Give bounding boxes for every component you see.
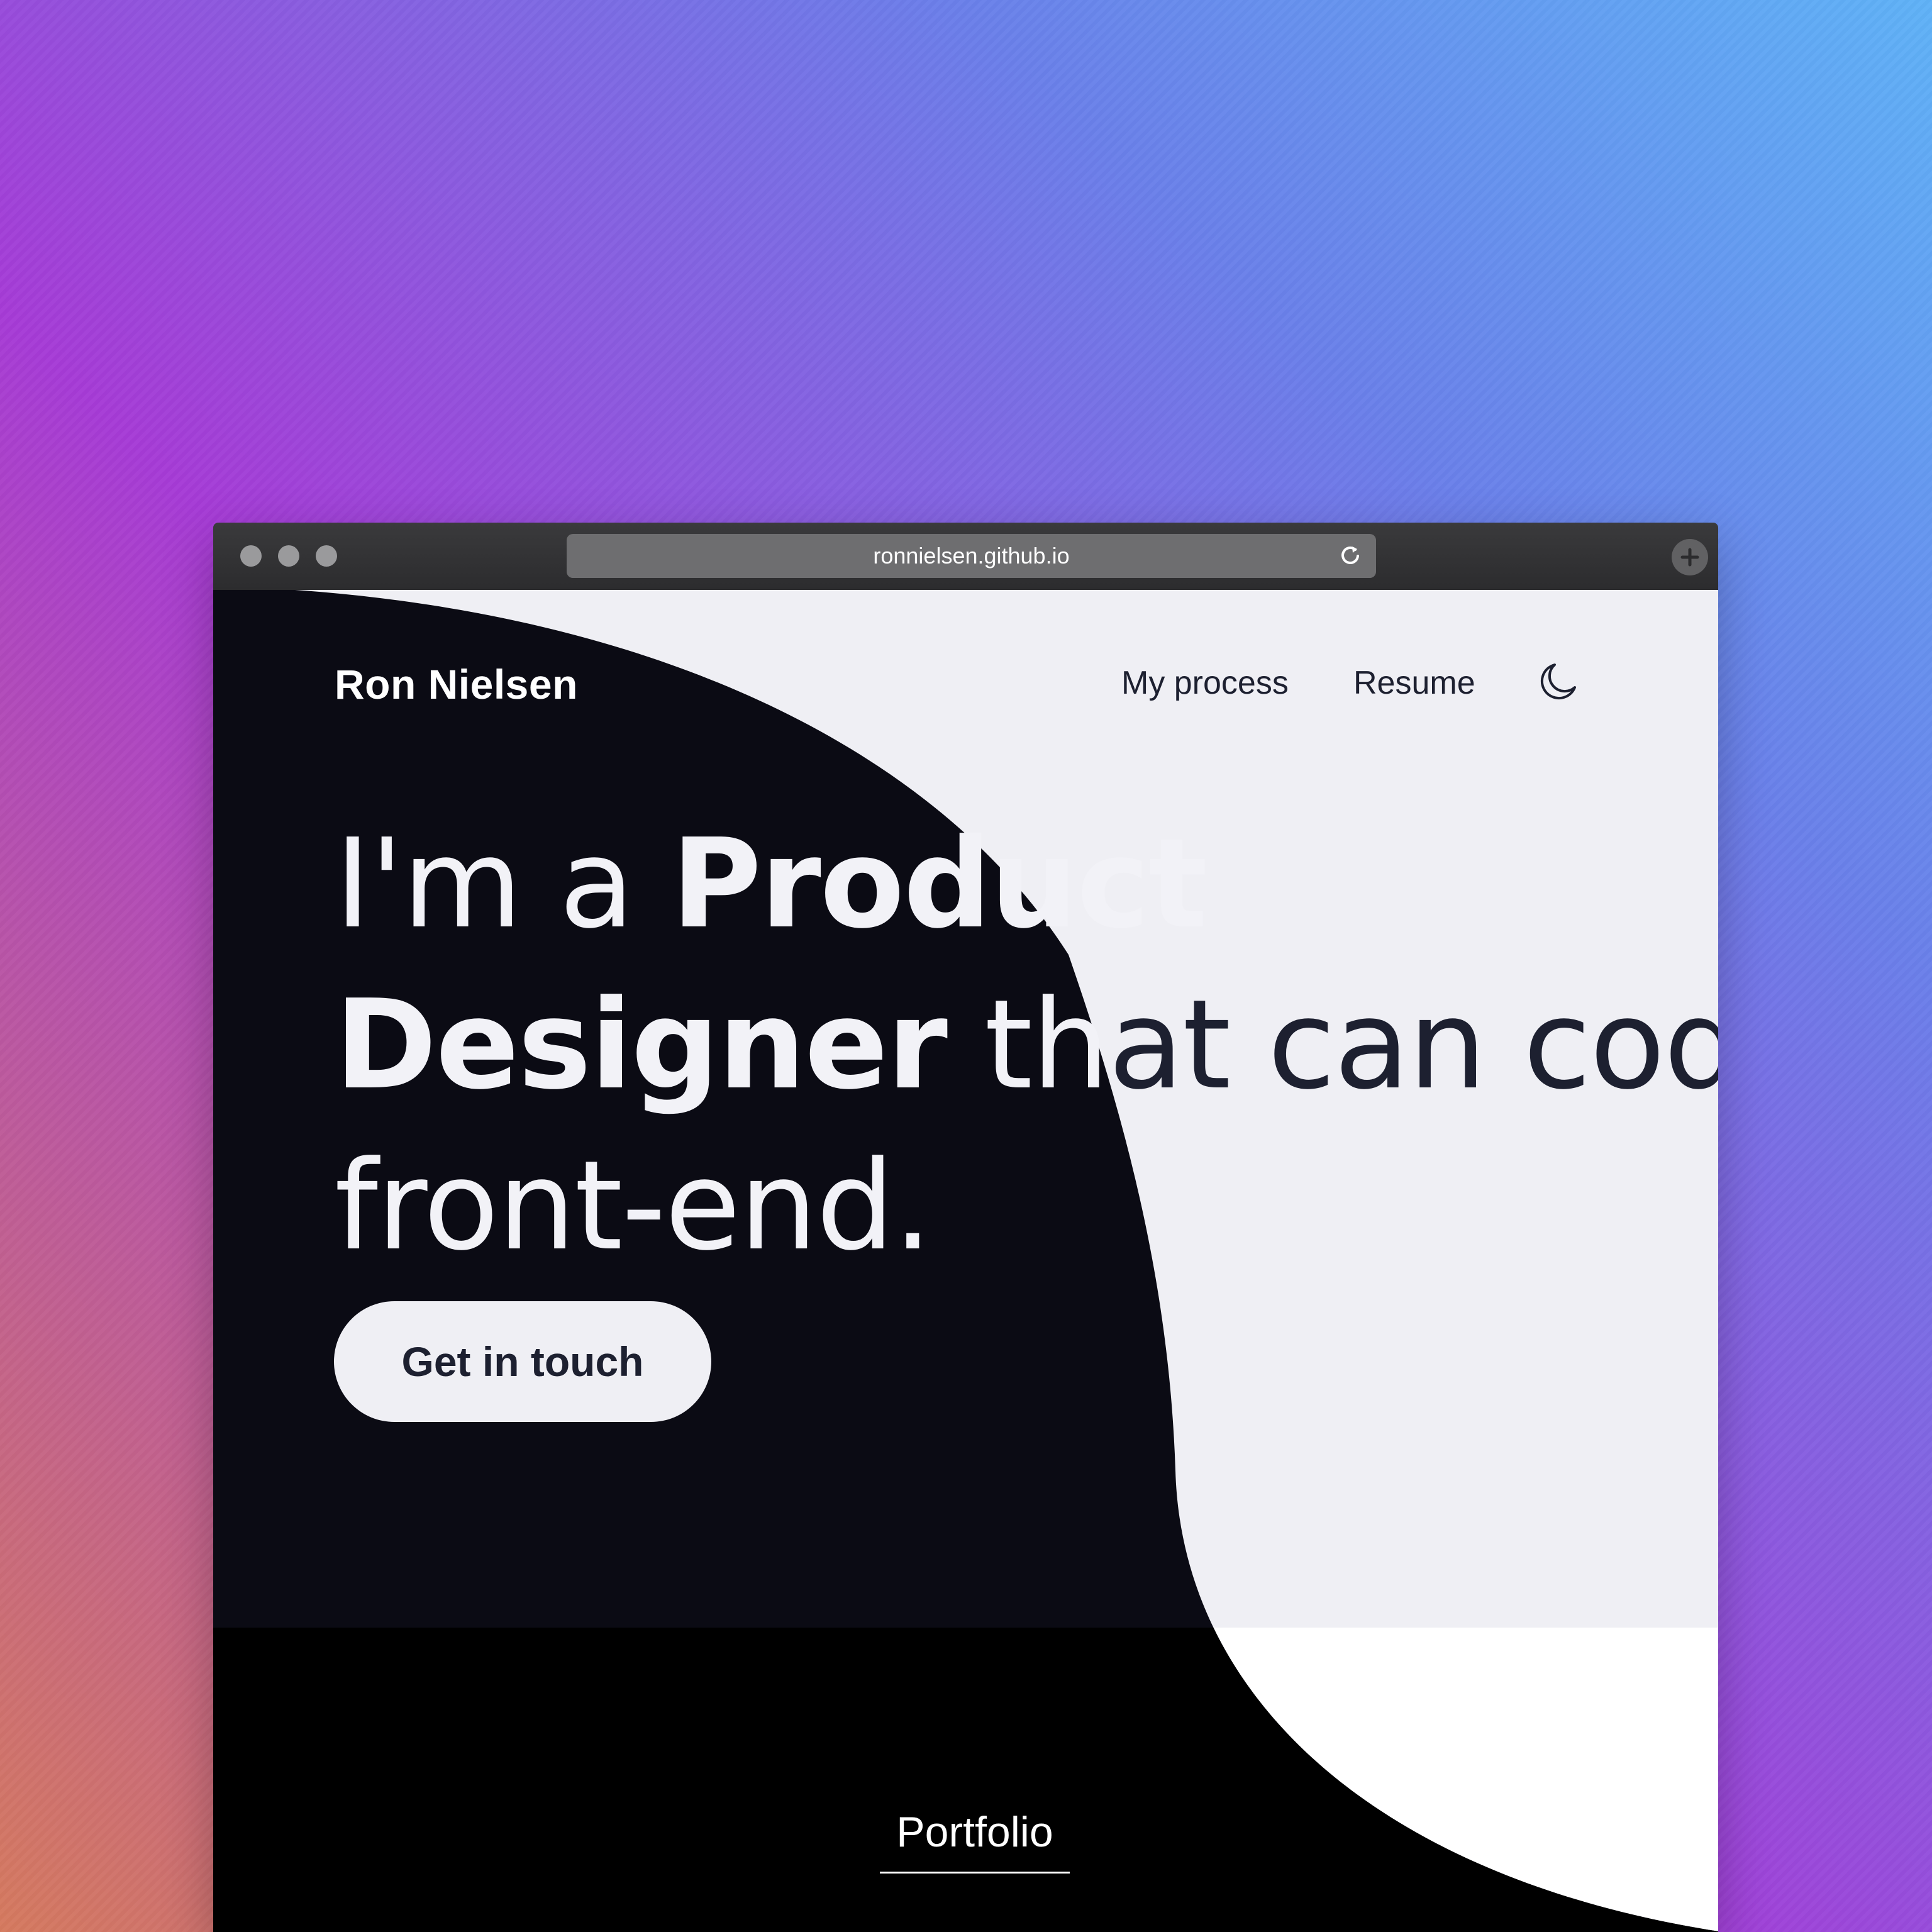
browser-titlebar: ronnielsen.github.io bbox=[213, 523, 1718, 590]
nav-my-process[interactable]: My process bbox=[1121, 664, 1289, 702]
hero-line-2: Designer that can code bbox=[335, 965, 1718, 1126]
nav-resume[interactable]: Resume bbox=[1353, 664, 1475, 702]
new-tab-plus-icon bbox=[1680, 548, 1699, 567]
new-tab-button[interactable] bbox=[1672, 539, 1708, 575]
browser-window: ronnielsen.github.io Ron Nielsen My proc… bbox=[213, 523, 1718, 1932]
hero-line-3: front-end. bbox=[335, 1135, 933, 1278]
hero-text-that-can-code: at can code bbox=[1108, 974, 1718, 1117]
hero-text-designer: Designer bbox=[335, 974, 948, 1117]
reload-icon[interactable] bbox=[1337, 543, 1363, 569]
hero-line-1: I'm a Product bbox=[335, 804, 1687, 965]
address-url: ronnielsen.github.io bbox=[873, 543, 1070, 569]
window-close-dot[interactable] bbox=[240, 545, 262, 567]
hero-text-intro: I'm a bbox=[335, 813, 672, 956]
hero-text-that-start: th bbox=[946, 974, 1109, 1117]
hero-headline: I'm a Product Designer that can code fro… bbox=[335, 804, 1718, 1287]
window-zoom-dot[interactable] bbox=[316, 545, 337, 567]
address-bar[interactable]: ronnielsen.github.io bbox=[567, 534, 1376, 578]
portfolio-link[interactable]: Portfolio bbox=[880, 1807, 1070, 1874]
site-logo[interactable]: Ron Nielsen bbox=[335, 660, 578, 708]
moon-icon[interactable] bbox=[1536, 660, 1580, 704]
page-viewport: Ron Nielsen My process Resume I'm a Prod… bbox=[213, 590, 1718, 1932]
hero-text-product: Product bbox=[671, 813, 1208, 956]
window-minimize-dot[interactable] bbox=[278, 545, 299, 567]
get-in-touch-button[interactable]: Get in touch bbox=[334, 1301, 711, 1422]
